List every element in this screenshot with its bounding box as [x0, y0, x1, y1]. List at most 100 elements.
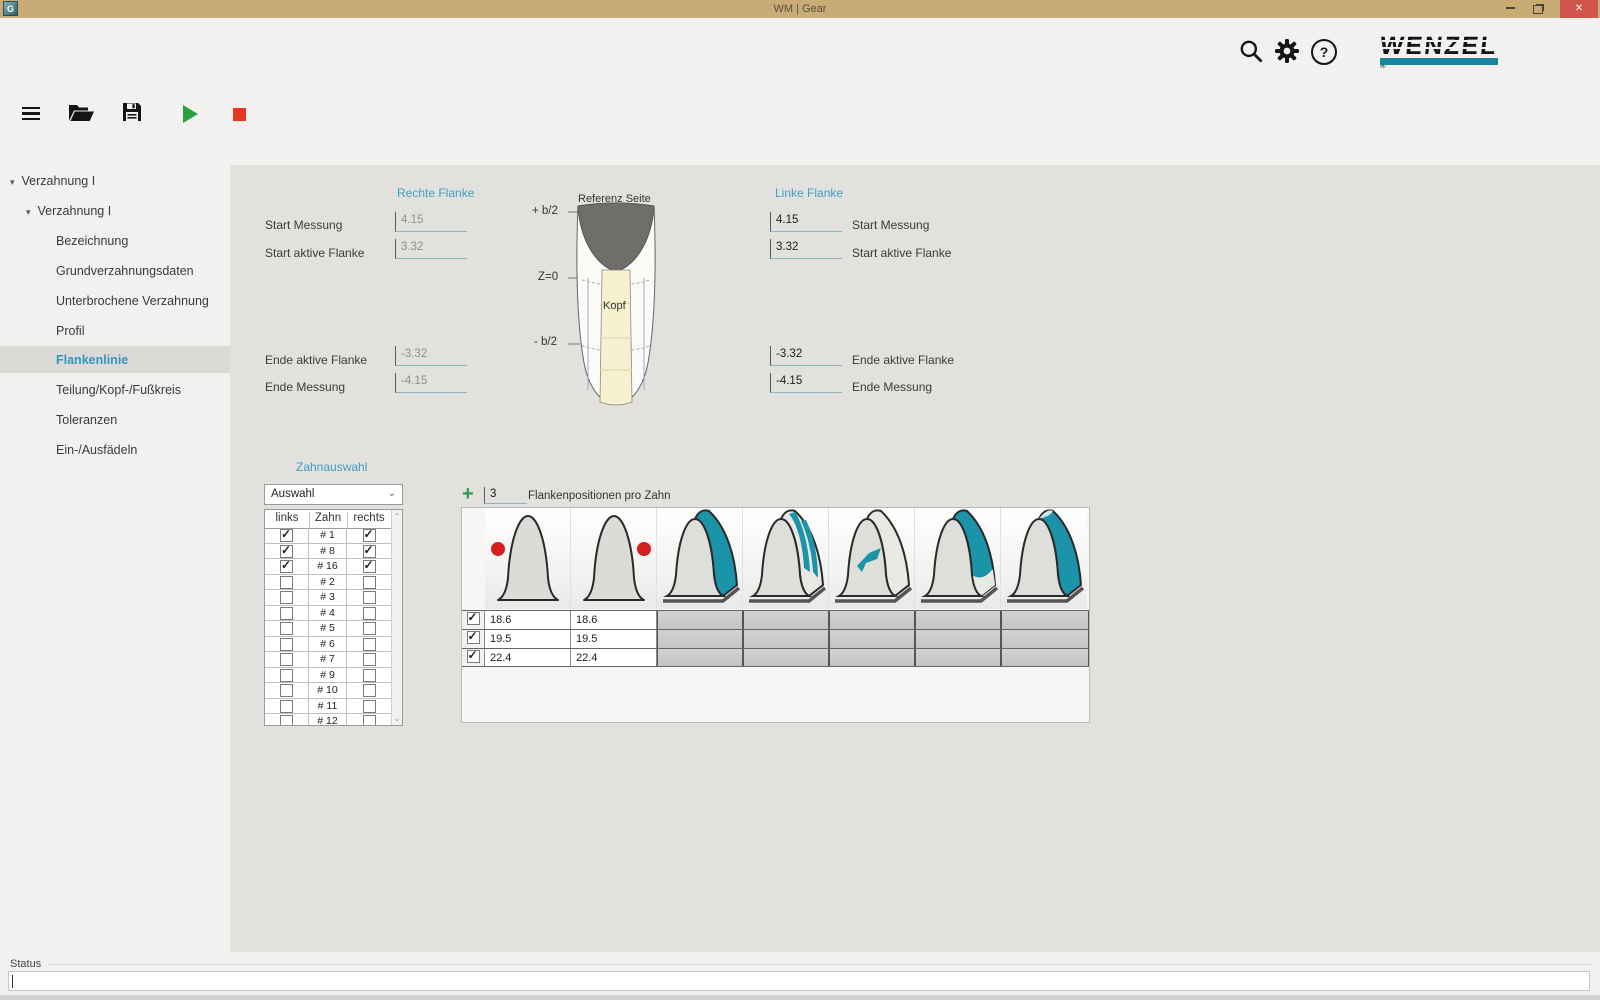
checkbox-links[interactable]	[280, 669, 293, 682]
maximize-button[interactable]	[1526, 0, 1550, 18]
checkbox-rechts[interactable]	[363, 607, 376, 620]
checkbox-rechts[interactable]	[363, 529, 376, 542]
position-value-cell[interactable]: 22.4	[571, 649, 657, 666]
position-value-cell[interactable]: 19.5	[485, 630, 571, 648]
stop-icon[interactable]	[233, 108, 246, 121]
zahn-row[interactable]: # 12	[265, 714, 391, 726]
checkbox-rechts[interactable]	[363, 684, 376, 697]
checkbox-rechts[interactable]	[363, 560, 376, 573]
position-row-checkbox[interactable]	[467, 650, 480, 663]
checkbox-links[interactable]	[280, 576, 293, 589]
checkbox-rechts[interactable]	[363, 591, 376, 604]
zahn-row[interactable]: # 8	[265, 544, 391, 560]
close-button[interactable]: ✕	[1560, 0, 1598, 18]
zahn-number: # 1	[309, 528, 347, 543]
checkbox-links[interactable]	[280, 715, 293, 726]
save-icon[interactable]	[121, 101, 143, 128]
zahn-row[interactable]: # 11	[265, 699, 391, 715]
zahnauswahl-header: Zahnauswahl	[296, 460, 367, 474]
sidebar-item-profil[interactable]: Profil	[56, 324, 84, 338]
sidebar-item-unterbrochene-verzahnung[interactable]: Unterbrochene Verzahnung	[56, 294, 209, 308]
field-start-aktive-left[interactable]: 3.32	[770, 239, 842, 259]
linke-flanke-header: Linke Flanke	[775, 186, 843, 200]
checkbox-rechts[interactable]	[363, 545, 376, 558]
zahn-row[interactable]: # 5	[265, 621, 391, 637]
checkbox-links[interactable]	[280, 653, 293, 666]
field-ende-messung-right[interactable]: -4.15	[395, 373, 467, 393]
sidebar-item-toleranzen[interactable]: Toleranzen	[56, 413, 117, 427]
sidebar-item-flankenlinie[interactable]: Flankenlinie	[56, 353, 128, 367]
flank-icon-area[interactable]	[915, 508, 1001, 609]
run-play-icon[interactable]	[183, 105, 198, 123]
help-icon[interactable]: ?	[1311, 39, 1337, 65]
position-disabled-cell	[915, 649, 1001, 666]
field-ende-aktive-right[interactable]: -3.32	[395, 346, 467, 366]
sidebar-item-teilung-kopf-fusskreis[interactable]: Teilung/Kopf-/Fußkreis	[56, 383, 181, 397]
field-ende-aktive-left[interactable]: -3.32	[770, 346, 842, 366]
scroll-up-icon[interactable]	[392, 512, 402, 521]
sidebar-item-verzahnung-root[interactable]: Verzahnung I	[10, 174, 95, 188]
label-start-messung-left: Start Messung	[852, 218, 929, 232]
add-position-button[interactable]: +	[462, 484, 474, 504]
chevron-down-icon[interactable]	[26, 207, 31, 218]
zahn-row[interactable]: # 7	[265, 652, 391, 668]
checkbox-rechts[interactable]	[363, 576, 376, 589]
chevron-down-icon[interactable]	[10, 177, 15, 188]
flank-icon-lines[interactable]	[743, 508, 829, 609]
flank-icon-area-alt[interactable]	[1001, 508, 1087, 609]
settings-gear-icon[interactable]	[1274, 38, 1300, 69]
zahn-row[interactable]: # 1	[265, 528, 391, 544]
zahn-row[interactable]: # 2	[265, 575, 391, 591]
checkbox-rechts[interactable]	[363, 669, 376, 682]
field-start-messung-left[interactable]: 4.15	[770, 212, 842, 232]
sidebar-item-ein-ausfaedeln[interactable]: Ein-/Ausfädeln	[56, 443, 137, 457]
search-icon[interactable]	[1238, 38, 1264, 69]
field-start-aktive-right[interactable]: 3.32	[395, 239, 467, 259]
position-row-checkbox[interactable]	[467, 631, 480, 644]
checkbox-links[interactable]	[280, 622, 293, 635]
flank-icon-full-flank[interactable]	[657, 508, 743, 609]
position-value-cell[interactable]: 22.4	[485, 649, 571, 666]
zahn-row[interactable]: # 9	[265, 668, 391, 684]
checkbox-links[interactable]	[280, 607, 293, 620]
position-value-cell[interactable]: 18.6	[485, 611, 571, 629]
zahn-row[interactable]: # 3	[265, 590, 391, 606]
checkbox-rechts[interactable]	[363, 653, 376, 666]
checkbox-links[interactable]	[280, 529, 293, 542]
checkbox-links[interactable]	[280, 545, 293, 558]
status-bar-input[interactable]	[8, 971, 1590, 991]
zahn-row[interactable]: # 16	[265, 559, 391, 575]
checkbox-rechts[interactable]	[363, 638, 376, 651]
checkbox-links[interactable]	[280, 684, 293, 697]
zahn-number: # 4	[309, 606, 347, 621]
checkbox-links[interactable]	[280, 700, 293, 713]
sidebar-item-verzahnung-child[interactable]: Verzahnung I	[26, 204, 111, 218]
checkbox-links[interactable]	[280, 591, 293, 604]
checkbox-links[interactable]	[280, 638, 293, 651]
position-row-checkbox[interactable]	[467, 612, 480, 625]
minimize-button[interactable]	[1498, 0, 1522, 18]
field-start-messung-right[interactable]: 4.15	[395, 212, 467, 232]
positions-count-field[interactable]: 3	[484, 487, 527, 504]
checkbox-rechts[interactable]	[363, 715, 376, 726]
checkbox-links[interactable]	[280, 560, 293, 573]
zahn-row[interactable]: # 4	[265, 606, 391, 622]
zahn-row[interactable]: # 6	[265, 637, 391, 653]
position-value-cell[interactable]: 18.6	[571, 611, 657, 629]
sidebar-item-grundverzahnungsdaten[interactable]: Grundverzahnungsdaten	[56, 264, 194, 278]
sidebar-item-bezeichnung[interactable]: Bezeichnung	[56, 234, 128, 248]
logo-underline-bar	[1380, 58, 1498, 65]
zahn-table-scrollbar[interactable]	[391, 510, 402, 725]
field-ende-messung-left[interactable]: -4.15	[770, 373, 842, 393]
position-value-cell[interactable]: 19.5	[571, 630, 657, 648]
scroll-down-icon[interactable]	[392, 714, 402, 723]
flank-icon-point-right[interactable]	[571, 508, 657, 609]
auswahl-dropdown[interactable]: Auswahl	[264, 484, 403, 505]
checkbox-rechts[interactable]	[363, 622, 376, 635]
flank-icon-single-point[interactable]	[829, 508, 915, 609]
checkbox-rechts[interactable]	[363, 700, 376, 713]
open-folder-icon[interactable]	[68, 101, 95, 129]
flank-icon-point-left[interactable]	[485, 508, 571, 609]
zahn-row[interactable]: # 10	[265, 683, 391, 699]
menu-icon[interactable]	[22, 104, 40, 123]
